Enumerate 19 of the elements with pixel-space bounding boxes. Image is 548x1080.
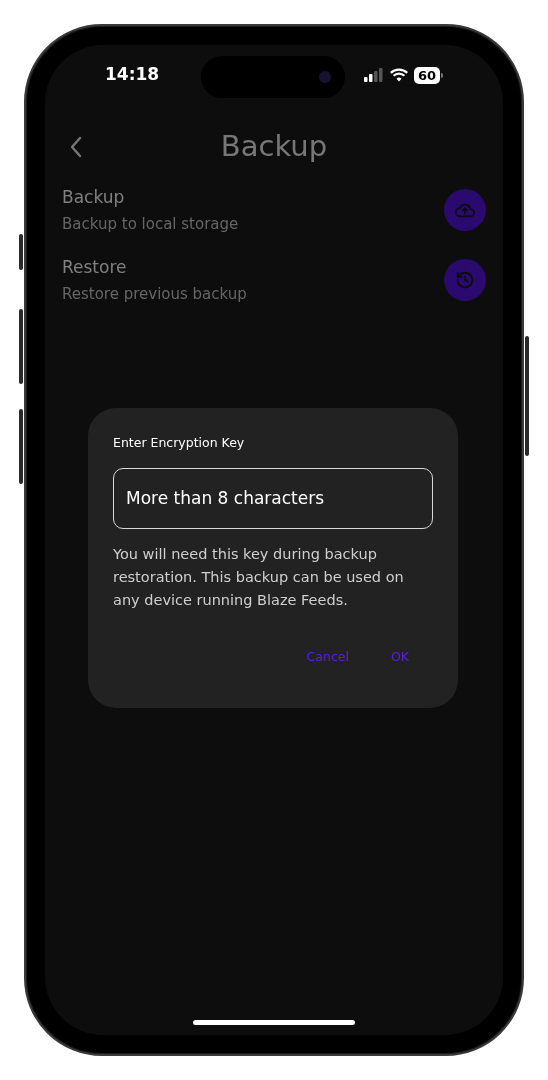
option-subtitle: Restore previous backup	[62, 283, 247, 305]
battery-level: 60	[413, 66, 440, 84]
option-subtitle: Backup to local storage	[62, 213, 239, 235]
dialog-button[interactable]: Cancel	[306, 647, 349, 667]
option-title: Backup	[62, 186, 126, 209]
signal-icon	[363, 68, 384, 82]
page-title: Backup	[220, 128, 328, 166]
cloud-upload-icon	[454, 201, 476, 219]
key-input-field[interactable]: More than 8 characters	[113, 467, 433, 529]
back-icon[interactable]	[69, 136, 83, 158]
dialog-button[interactable]: OK	[390, 647, 409, 667]
option-title: Restore	[62, 256, 128, 279]
option-action-button[interactable]	[444, 189, 486, 231]
option-action-button[interactable]	[444, 259, 486, 301]
status-time: 14:18	[105, 63, 160, 87]
dialog-message: You will need this key during backup restoration. This backup can be used on any device running Blaze Feeds.	[113, 544, 405, 610]
wifi-icon	[389, 68, 408, 82]
history-icon	[454, 269, 476, 291]
dialog-title: Enter Encryption Key	[113, 434, 246, 452]
